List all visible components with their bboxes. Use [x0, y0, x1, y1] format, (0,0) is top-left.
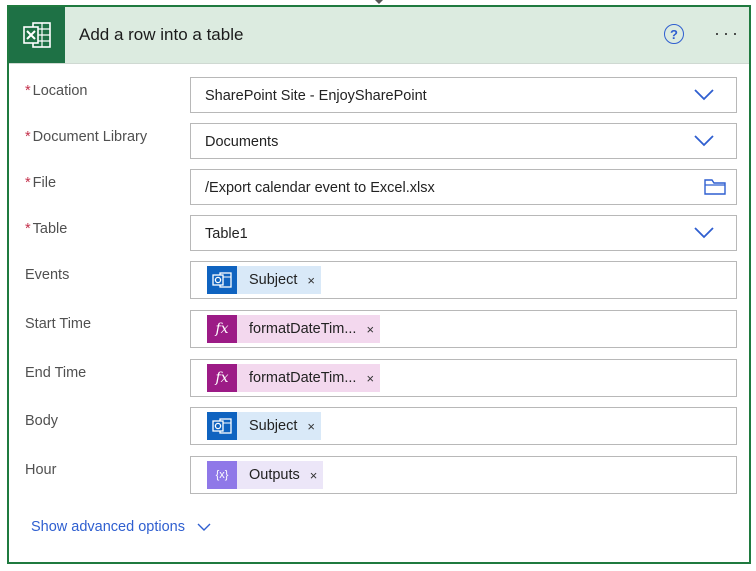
location-dropdown[interactable]: SharePoint Site - EnjoySharePoint	[190, 77, 737, 113]
fx-icon: fx	[207, 315, 237, 343]
advanced-label: Show advanced options	[31, 519, 185, 535]
location-row: * Location SharePoint Site - EnjoySharePo…	[9, 73, 749, 113]
token-label: Subject	[249, 418, 298, 434]
required-mark: *	[25, 221, 31, 237]
document-library-dropdown[interactable]: Documents	[190, 123, 737, 159]
start-time-input[interactable]: fx formatDateTim... ×	[190, 310, 737, 348]
outlook-icon	[207, 266, 237, 294]
label-text: Location	[32, 83, 88, 99]
remove-token-icon[interactable]: ×	[310, 468, 318, 483]
show-advanced-options-link[interactable]: Show advanced options	[31, 519, 211, 535]
file-row: * File /Export calendar event to Excel.xl…	[9, 165, 749, 205]
file-value: /Export calendar event to Excel.xlsx	[205, 180, 435, 196]
action-card: Add a row into a table ? ··· * Location S…	[7, 5, 751, 564]
required-mark: *	[25, 175, 31, 191]
expression-token[interactable]: fx formatDateTim... ×	[207, 364, 381, 392]
remove-token-icon[interactable]: ×	[307, 419, 315, 434]
card-header[interactable]: Add a row into a table ? ···	[9, 7, 749, 64]
label-text: File	[32, 175, 57, 191]
token-label: formatDateTim...	[249, 321, 357, 337]
hour-input[interactable]: {x} Outputs ×	[190, 456, 737, 494]
end-time-input[interactable]: fx formatDateTim... ×	[190, 359, 737, 397]
hour-label: Hour	[25, 462, 57, 478]
remove-token-icon[interactable]: ×	[366, 322, 374, 337]
body-input[interactable]: Subject ×	[190, 407, 737, 445]
required-mark: *	[25, 129, 31, 145]
hour-row: Hour {x} Outputs ×	[9, 452, 749, 494]
document-library-row: * Document Library Documents	[9, 119, 749, 159]
dynamic-content-token[interactable]: Subject ×	[207, 266, 321, 294]
folder-icon[interactable]	[704, 179, 726, 195]
table-value: Table1	[205, 226, 248, 242]
help-icon[interactable]: ?	[664, 24, 684, 44]
label-text: Table	[32, 221, 68, 237]
required-mark: *	[25, 83, 31, 99]
token-label: Subject	[249, 272, 298, 288]
chevron-down-icon[interactable]	[694, 89, 714, 101]
end-time-label: End Time	[25, 365, 87, 381]
end-time-row: End Time fx formatDateTim... ×	[9, 355, 749, 397]
chevron-down-icon	[197, 523, 211, 531]
token-label: Outputs	[249, 467, 300, 483]
table-label: * Table	[25, 221, 67, 237]
events-label: Events	[25, 267, 70, 283]
more-options-icon[interactable]: ···	[714, 23, 744, 43]
document-library-label: * Document Library	[25, 129, 147, 145]
file-input[interactable]: /Export calendar event to Excel.xlsx	[190, 169, 737, 205]
location-value: SharePoint Site - EnjoySharePoint	[205, 88, 427, 104]
variable-icon: {x}	[207, 461, 237, 489]
card-title: Add a row into a table	[79, 25, 244, 44]
body-label: Body	[25, 413, 59, 429]
location-label: * Location	[25, 83, 87, 99]
table-dropdown[interactable]: Table1	[190, 215, 737, 251]
chevron-down-icon[interactable]	[694, 227, 714, 239]
events-input[interactable]: Subject ×	[190, 261, 737, 299]
label-text: Document Library	[32, 129, 148, 145]
start-time-row: Start Time fx formatDateTim... ×	[9, 306, 749, 348]
remove-token-icon[interactable]: ×	[366, 371, 374, 386]
connector-arrow	[375, 0, 383, 4]
excel-icon	[9, 7, 65, 63]
outlook-icon	[207, 412, 237, 440]
remove-token-icon[interactable]: ×	[307, 273, 315, 288]
expression-token[interactable]: fx formatDateTim... ×	[207, 315, 381, 343]
chevron-down-icon[interactable]	[694, 135, 714, 147]
table-row: * Table Table1	[9, 211, 749, 251]
start-time-label: Start Time	[25, 316, 92, 332]
document-library-value: Documents	[205, 134, 279, 150]
body-row: Body Subject ×	[9, 403, 749, 445]
variable-token[interactable]: {x} Outputs ×	[207, 461, 324, 489]
dynamic-content-token[interactable]: Subject ×	[207, 412, 321, 440]
fx-icon: fx	[207, 364, 237, 392]
file-label: * File	[25, 175, 56, 191]
events-row: Events Subject ×	[9, 257, 749, 299]
token-label: formatDateTim...	[249, 370, 357, 386]
